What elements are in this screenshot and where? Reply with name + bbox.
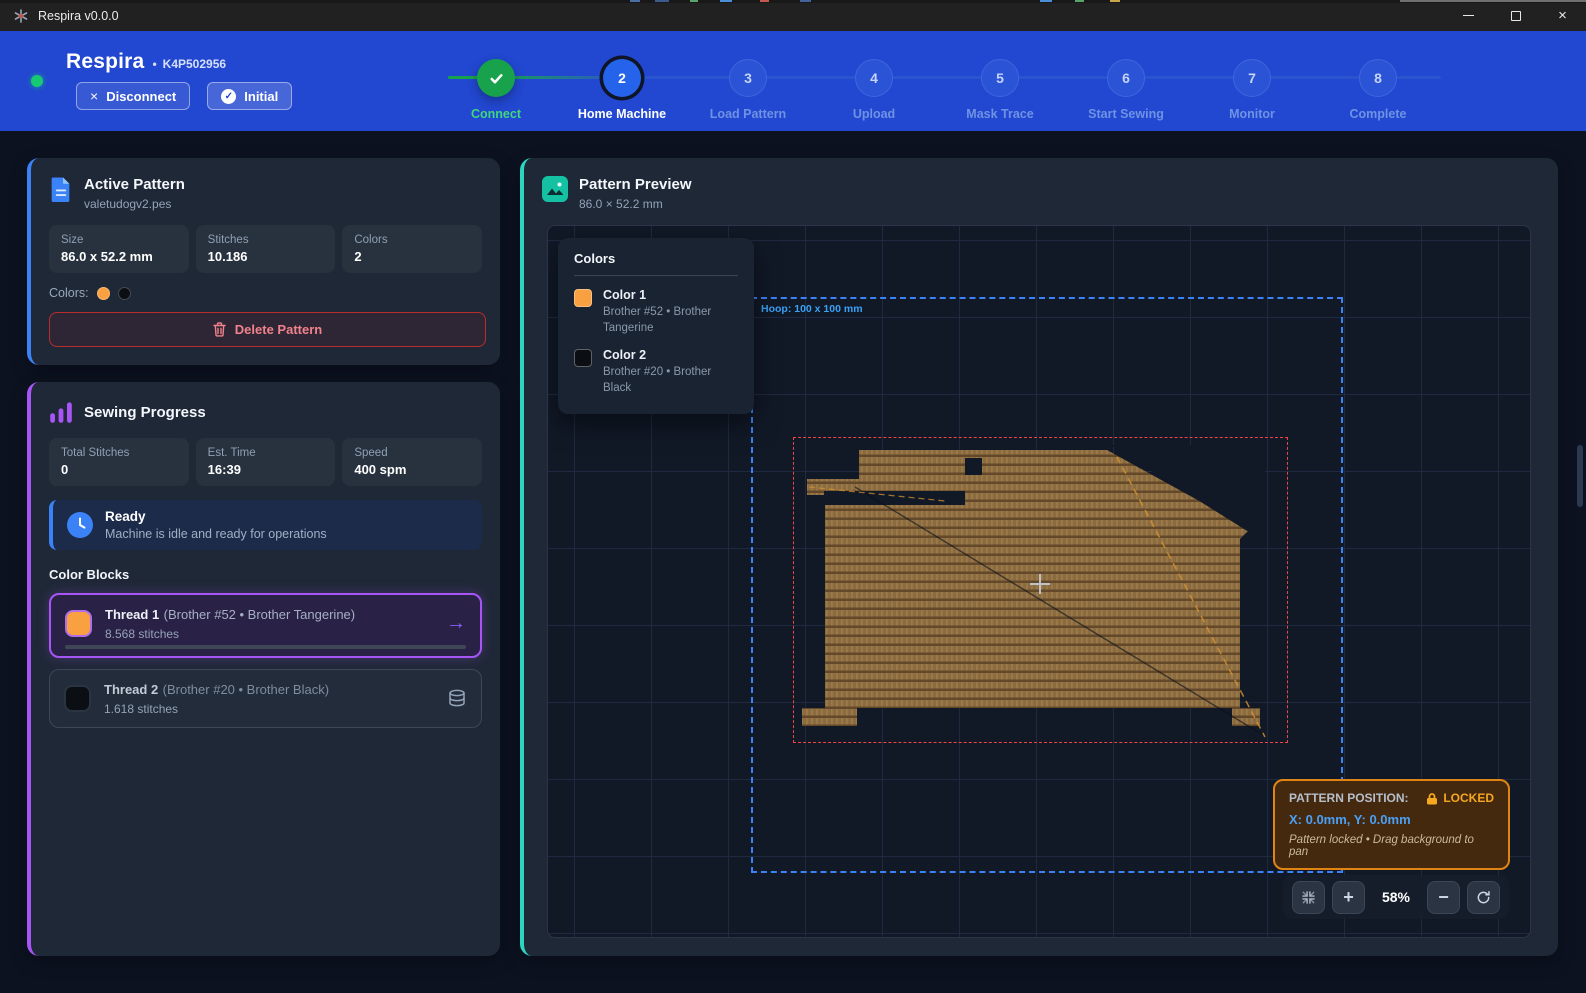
- preview-canvas[interactable]: Hoop: 100 x 100 mm: [547, 225, 1531, 938]
- thread-1-progress-bar: [65, 645, 466, 649]
- reset-view-button[interactable]: [1467, 881, 1500, 914]
- machine-status-banner: Ready Machine is idle and ready for oper…: [49, 500, 482, 550]
- locked-badge: LOCKED: [1426, 791, 1494, 805]
- x-icon: ×: [90, 88, 98, 104]
- step-complete[interactable]: 8 Complete: [1315, 59, 1441, 121]
- color-2-item: Color 2 Brother #20 • Brother Black: [574, 348, 738, 396]
- app-header: Respira •K4P502956 × Disconnect ✓ Initia…: [0, 31, 1586, 131]
- stat-total-stitches: Total Stitches 0: [49, 438, 189, 486]
- active-pattern-panel: Active Pattern valetudogv2.pes Size 86.0…: [27, 158, 500, 365]
- connection-status-dot: [31, 75, 43, 87]
- thread-1-block[interactable]: Thread 1 (Brother #52 • Brother Tangerin…: [49, 593, 482, 658]
- check-circle-icon: ✓: [221, 89, 236, 104]
- background-window-sliver: [0, 0, 1586, 3]
- stat-size: Size 86.0 x 52.2 mm: [49, 225, 189, 273]
- step-upload[interactable]: 4 Upload: [811, 59, 937, 121]
- delete-pattern-button[interactable]: Delete Pattern: [49, 312, 486, 347]
- center-crosshair-icon: [1028, 572, 1052, 596]
- bar-chart-icon: [49, 400, 73, 424]
- thread-1-swatch: [65, 610, 92, 637]
- window-title: Respira v0.0.0: [38, 9, 119, 23]
- machine-serial: •K4P502956: [152, 57, 226, 71]
- close-button[interactable]: ×: [1539, 0, 1586, 31]
- color-swatch-black: [118, 287, 131, 300]
- stat-speed: Speed 400 spm: [342, 438, 482, 486]
- hoop-label: Hoop: 100 x 100 mm: [761, 303, 863, 315]
- step-start-sewing[interactable]: 6 Start Sewing: [1063, 59, 1189, 121]
- step-home-machine[interactable]: 2 Home Machine: [559, 59, 685, 121]
- pattern-preview-title: Pattern Preview: [579, 176, 692, 193]
- thread-2-swatch: [64, 685, 91, 712]
- step-check-icon: [477, 59, 515, 97]
- color-blocks-heading: Color Blocks: [31, 550, 500, 582]
- sewing-progress-title: Sewing Progress: [84, 404, 206, 421]
- pattern-dimensions: 86.0 × 52.2 mm: [579, 197, 692, 211]
- step-load-pattern[interactable]: 3 Load Pattern: [685, 59, 811, 121]
- stat-est-time: Est. Time 16:39: [196, 438, 336, 486]
- sewing-progress-panel: Sewing Progress Total Stitches 0 Est. Ti…: [27, 382, 500, 956]
- zoom-in-button[interactable]: +: [1332, 881, 1365, 914]
- app-brand: Respira: [66, 50, 144, 74]
- stat-colors: Colors 2: [342, 225, 482, 273]
- color-2-swatch: [574, 349, 592, 367]
- pan-hint: Pattern locked • Drag background to pan: [1289, 834, 1494, 858]
- clock-icon: [67, 512, 93, 538]
- divider: [574, 275, 738, 276]
- status-description: Machine is idle and ready for operations: [105, 527, 327, 541]
- pattern-preview-panel: Pattern Preview 86.0 × 52.2 mm Hoop: 100…: [520, 158, 1558, 956]
- step-connect[interactable]: Connect: [433, 59, 559, 121]
- minimize-icon: [1463, 15, 1474, 17]
- fit-to-view-button[interactable]: [1292, 881, 1325, 914]
- stat-stitches: Stitches 10.186: [196, 225, 336, 273]
- arrow-right-icon: →: [446, 612, 466, 635]
- zoom-out-button[interactable]: −: [1427, 881, 1460, 914]
- step-monitor[interactable]: 7 Monitor: [1189, 59, 1315, 121]
- trash-icon: [213, 322, 226, 337]
- maximize-icon: [1511, 11, 1521, 21]
- minimize-button[interactable]: [1445, 0, 1492, 31]
- workflow-stepper: Connect 2 Home Machine 3 Load Pattern 4 …: [433, 59, 1483, 137]
- zoom-controls: + 58% −: [1283, 875, 1509, 919]
- pattern-coordinates: X: 0.0mm, Y: 0.0mm: [1289, 812, 1494, 827]
- app-logo-icon: [13, 8, 29, 24]
- lock-icon: [1426, 792, 1438, 805]
- colors-legend-overlay: Colors Color 1 Brother #52 • Brother Tan…: [558, 238, 754, 414]
- thread-2-block[interactable]: Thread 2 (Brother #20 • Brother Black) 1…: [49, 669, 482, 728]
- pattern-filename: valetudogv2.pes: [84, 197, 185, 211]
- step-mask-trace[interactable]: 5 Mask Trace: [937, 59, 1063, 121]
- status-title: Ready: [105, 509, 327, 524]
- pattern-position-overlay: PATTERN POSITION: LOCKED X: 0.0mm, Y: 0.…: [1273, 779, 1510, 870]
- image-icon: [542, 176, 568, 202]
- pattern-colors-row: Colors:: [31, 273, 500, 300]
- disconnect-button[interactable]: × Disconnect: [76, 82, 190, 110]
- page-scrollbar-thumb[interactable]: [1577, 445, 1583, 507]
- zoom-level: 58%: [1372, 889, 1420, 905]
- active-pattern-title: Active Pattern: [84, 176, 185, 193]
- maximize-button[interactable]: [1492, 0, 1539, 31]
- color-1-swatch: [574, 289, 592, 307]
- window-titlebar: Respira v0.0.0 ×: [0, 0, 1586, 31]
- initial-button[interactable]: ✓ Initial: [207, 82, 292, 110]
- file-icon: [49, 176, 73, 203]
- color-swatch-orange: [97, 287, 110, 300]
- color-1-item: Color 1 Brother #52 • Brother Tangerine: [574, 288, 738, 336]
- layers-stack-icon: [447, 689, 467, 708]
- main-content: Active Pattern valetudogv2.pes Size 86.0…: [0, 131, 1586, 993]
